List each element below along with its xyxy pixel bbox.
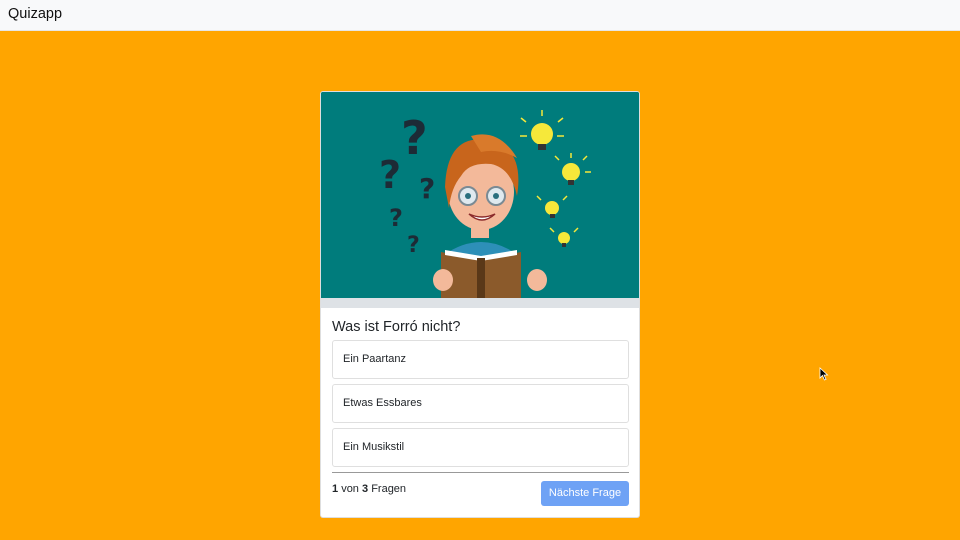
answer-option[interactable]: Ein Paartanz	[332, 340, 629, 379]
progress-connector: von	[341, 483, 359, 495]
quiz-illustration: ? ? ? ? ?	[321, 92, 639, 308]
navbar: Quizapp	[0, 0, 960, 31]
image-bottom-strip	[321, 298, 639, 308]
svg-text:?: ?	[389, 204, 403, 232]
svg-text:?: ?	[419, 172, 435, 205]
svg-text:?: ?	[407, 233, 420, 258]
progress-current: 1	[332, 483, 339, 495]
question-text: Was ist Forró nicht?	[332, 319, 461, 335]
footer-divider	[332, 472, 629, 473]
progress-total: 3	[362, 483, 369, 495]
mouse-cursor-icon	[819, 367, 829, 381]
answer-option[interactable]: Etwas Essbares	[332, 384, 629, 423]
next-question-button[interactable]: Nächste Frage	[541, 481, 629, 506]
question-progress: 1 von 3 Fragen	[332, 483, 406, 495]
app-brand[interactable]: Quizapp	[8, 6, 62, 22]
answer-option[interactable]: Ein Musikstil	[332, 428, 629, 467]
progress-suffix: Fragen	[371, 483, 407, 495]
svg-text:?: ?	[401, 111, 428, 165]
svg-text:?: ?	[379, 153, 401, 197]
quiz-card: ? ? ? ? ? Was ist Forró nicht? Ein Paart…	[320, 91, 640, 518]
